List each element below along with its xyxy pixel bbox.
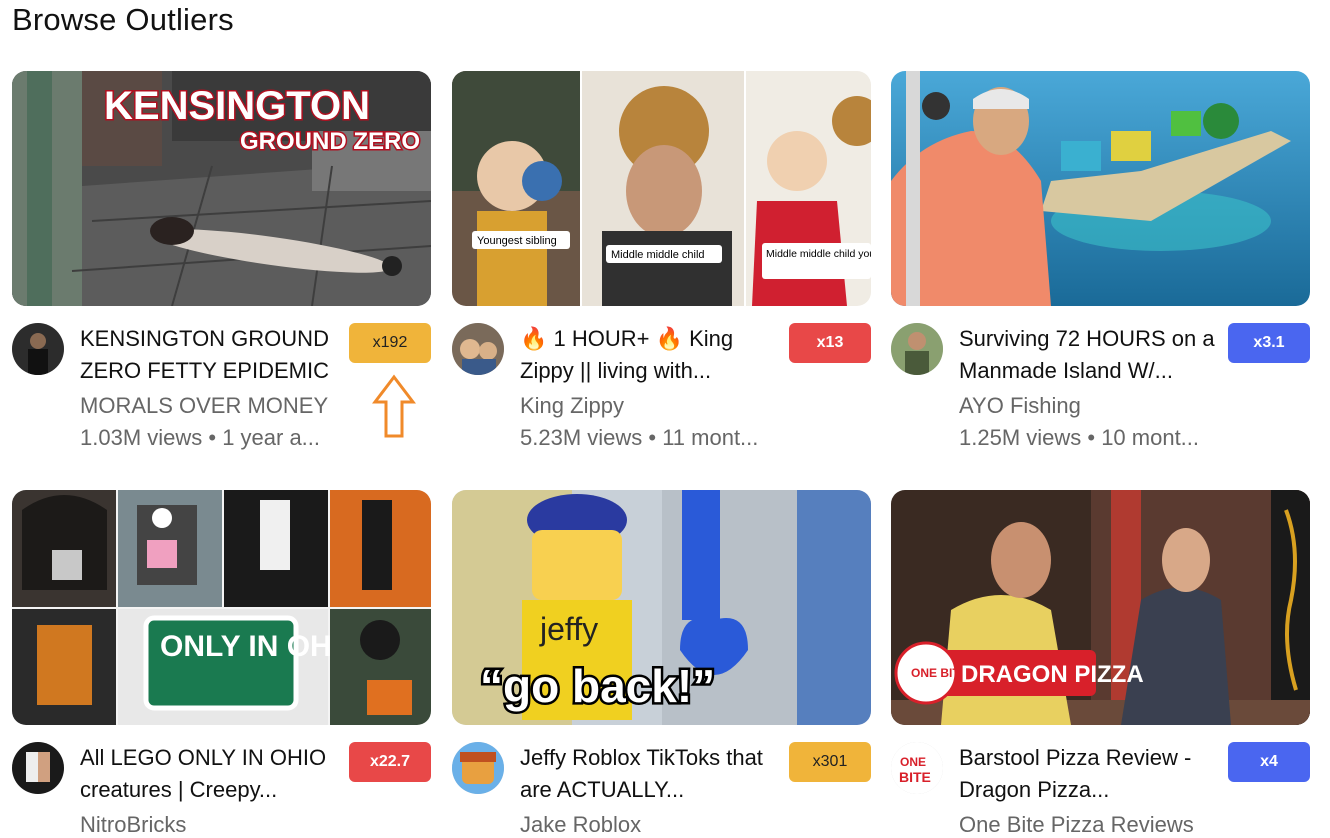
channel-avatar[interactable] (12, 323, 64, 375)
svg-text:DRAGON PIZZA: DRAGON PIZZA (961, 661, 1144, 688)
avatar-image (891, 323, 943, 375)
channel-name[interactable]: MORALS OVER MONEY (80, 393, 410, 419)
channel-name[interactable]: King Zippy (520, 393, 850, 419)
outlier-badge: x22.7 (349, 742, 431, 782)
page-title: Browse Outliers (12, 2, 234, 37)
channel-name[interactable]: NitroBricks (80, 812, 410, 838)
thumbnail-image (891, 71, 1310, 306)
video-thumbnail[interactable]: ONE BITE DRAGON PIZZA (891, 490, 1310, 725)
thumbnail-image: jeffy “go back!” (452, 490, 871, 725)
channel-name[interactable]: AYO Fishing (959, 393, 1289, 419)
video-thumbnail[interactable]: jeffy “go back!” (452, 490, 871, 725)
svg-text:BITE: BITE (899, 769, 931, 785)
channel-avatar[interactable] (891, 323, 943, 375)
video-title[interactable]: Barstool Pizza Review - Dragon Pizza... (959, 742, 1221, 806)
svg-text:ONE BITE: ONE BITE (911, 666, 968, 680)
channel-avatar[interactable] (452, 323, 504, 375)
video-title[interactable]: Surviving 72 HOURS on a Manmade Island W… (959, 323, 1221, 387)
channel-name[interactable]: One Bite Pizza Reviews (959, 812, 1289, 838)
channel-avatar[interactable] (12, 742, 64, 794)
thumbnail-image: ONLY IN OHIO (12, 490, 431, 725)
svg-text:Middle middle child: Middle middle child (611, 249, 705, 261)
thumbnail-image: ONE BITE DRAGON PIZZA (891, 490, 1310, 725)
outlier-badge: x301 (789, 742, 871, 782)
outlier-badge: x192 (349, 323, 431, 363)
svg-text:jeffy: jeffy (539, 611, 598, 647)
video-thumbnail[interactable]: Youngest sibling Middle middle child Mid… (452, 71, 871, 306)
thumbnail-image: KENSINGTON GROUND ZERO (12, 71, 431, 306)
video-thumbnail[interactable] (891, 71, 1310, 306)
up-arrow-icon (372, 374, 416, 438)
video-meta: 1.25M views • 10 mont... (959, 425, 1200, 450)
video-thumbnail[interactable]: KENSINGTON GROUND ZERO (12, 71, 431, 306)
avatar-image (452, 323, 504, 375)
avatar-image (452, 742, 504, 794)
avatar-image (12, 323, 64, 375)
svg-text:ONE: ONE (900, 755, 926, 769)
video-title[interactable]: KENSINGTON GROUND ZERO FETTY EPIDEMIC (80, 323, 342, 387)
svg-text:Youngest sibling: Youngest sibling (477, 235, 557, 247)
svg-text:“go back!”: “go back!” (480, 660, 715, 712)
video-meta: 5.23M views • 11 mont... (520, 425, 759, 450)
channel-avatar[interactable] (452, 742, 504, 794)
channel-name[interactable]: Jake Roblox (520, 812, 850, 838)
outlier-badge: x4 (1228, 742, 1310, 782)
video-thumbnail[interactable]: ONLY IN OHIO (12, 490, 431, 725)
video-title[interactable]: All LEGO ONLY IN OHIO creatures | Creepy… (80, 742, 342, 806)
svg-text:GROUND ZERO: GROUND ZERO (240, 128, 420, 155)
svg-text:Middle middle child youngest: Middle middle child youngest (766, 248, 871, 260)
avatar-image (12, 742, 64, 794)
video-meta: 1.03M views • 1 year a... (80, 425, 321, 450)
video-title[interactable]: 🔥 1 HOUR+ 🔥 King Zippy || living with... (520, 323, 782, 387)
outlier-badge: x3.1 (1228, 323, 1310, 363)
channel-avatar[interactable]: ONE BITE (891, 742, 943, 794)
video-title[interactable]: Jeffy Roblox TikToks that are ACTUALLY..… (520, 742, 782, 806)
svg-text:KENSINGTON: KENSINGTON (104, 84, 370, 128)
outlier-badge: x13 (789, 323, 871, 363)
thumbnail-image: Youngest sibling Middle middle child Mid… (452, 71, 871, 306)
avatar-image: ONE BITE (891, 742, 943, 794)
